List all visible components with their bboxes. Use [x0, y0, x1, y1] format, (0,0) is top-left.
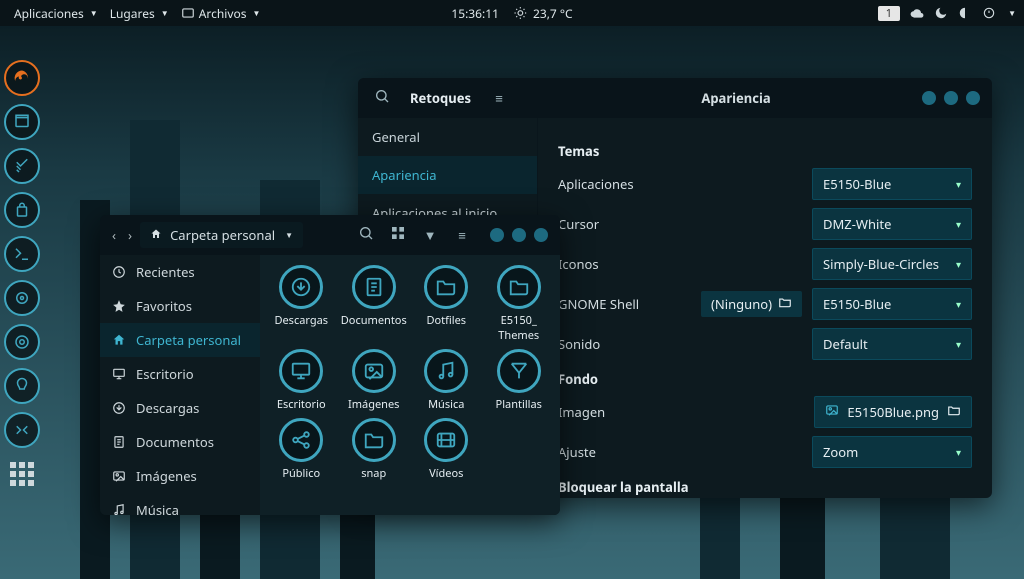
window-close[interactable] [534, 228, 548, 242]
path-label: Carpeta personal [170, 226, 275, 244]
folder-snap[interactable]: snap [339, 418, 410, 481]
weather-icon [513, 6, 527, 20]
section-lockscreen: Bloquear la pantalla [558, 478, 972, 496]
label-icons-theme: Iconos [558, 255, 802, 273]
path-bar[interactable]: Carpeta personal ▼ [140, 222, 303, 248]
dock-settings[interactable] [4, 148, 40, 184]
night-icon[interactable] [934, 6, 948, 20]
tweaks-nav-general[interactable]: General [358, 118, 537, 156]
folder-música[interactable]: Música [411, 349, 482, 412]
label-bg-image: Imagen [558, 403, 804, 421]
dropdown-icons-theme[interactable]: Simply-Blue-Circles [812, 248, 972, 280]
chevron-down-icon: ▼ [285, 230, 293, 241]
window-maximize[interactable] [512, 228, 526, 242]
dropdown-cursor-theme[interactable]: DMZ-White [812, 208, 972, 240]
section-themes: Temas [558, 142, 972, 160]
sidebar-item-doc[interactable]: Documentos [100, 425, 260, 459]
dock-theme[interactable] [4, 368, 40, 404]
dock-terminal[interactable] [4, 236, 40, 272]
dock-files[interactable] [4, 104, 40, 140]
dock-passwords[interactable] [4, 280, 40, 316]
files-window: ‹ › Carpeta personal ▼ ▼ ≡ RecientesFavo… [100, 215, 560, 515]
nav-forward[interactable]: › [128, 226, 132, 244]
label-apps-theme: Aplicaciones [558, 175, 802, 193]
brightness-icon[interactable] [958, 6, 972, 20]
sidebar-item-image[interactable]: Imágenes [100, 459, 260, 493]
nav-back[interactable]: ‹ [112, 226, 116, 244]
dropdown-bg-adjust[interactable]: Zoom [812, 436, 972, 468]
power-icon[interactable] [982, 6, 996, 20]
section-background: Fondo [558, 370, 972, 388]
sidebar-item-desktop[interactable]: Escritorio [100, 357, 260, 391]
dock [4, 60, 44, 492]
label-shell-theme: GNOME Shell [558, 295, 691, 313]
folder-escritorio[interactable]: Escritorio [266, 349, 337, 412]
search-icon[interactable] [370, 88, 394, 108]
folder-imágenes[interactable]: Imágenes [339, 349, 410, 412]
shell-none-chip[interactable]: (Ninguno) [701, 291, 802, 317]
files-sidebar: RecientesFavoritosCarpeta personalEscrit… [100, 255, 260, 515]
files-grid: DescargasDocumentosDotfilesE5150_Themes E… [260, 255, 560, 515]
tweaks-nav-appearance[interactable]: Apariencia [358, 156, 537, 194]
home-icon [150, 226, 162, 244]
dropdown-apps-theme[interactable]: E5150-Blue [812, 168, 972, 200]
cloud-icon[interactable] [910, 6, 924, 20]
search-icon[interactable] [354, 225, 378, 245]
dropdown-shell-theme[interactable]: E5150-Blue [812, 288, 972, 320]
tweaks-headerbar: Retoques ≡ Apariencia [358, 78, 992, 118]
workspace-indicator[interactable]: 1 [878, 6, 900, 21]
clock[interactable]: 15:36:11 [451, 5, 499, 22]
folder-vídeos[interactable]: Vídeos [411, 418, 482, 481]
window-close[interactable] [966, 91, 980, 105]
folder-documentos[interactable]: Documentos [339, 265, 410, 343]
sidebar-item-download[interactable]: Descargas [100, 391, 260, 425]
dock-software[interactable] [4, 192, 40, 228]
dock-tweaks[interactable] [4, 412, 40, 448]
folder-open-icon [947, 403, 961, 421]
system-menu-chevron-icon[interactable]: ▼ [1008, 8, 1016, 19]
menu-files-app[interactable]: Archivos▼ [175, 5, 267, 22]
sidebar-item-music[interactable]: Música [100, 493, 260, 515]
menu-places[interactable]: Lugares▼ [104, 5, 175, 22]
folder-dotfiles[interactable]: Dotfiles [411, 265, 482, 343]
dock-firefox[interactable] [4, 60, 40, 96]
top-panel: Aplicaciones▼ Lugares▼ Archivos▼ 15:36:1… [0, 0, 1024, 26]
window-minimize[interactable] [922, 91, 936, 105]
tweaks-panel-title: Apariencia [552, 89, 920, 107]
window-minimize[interactable] [490, 228, 504, 242]
folder-plantillas[interactable]: Plantillas [484, 349, 555, 412]
folder-descargas[interactable]: Descargas [266, 265, 337, 343]
window-maximize[interactable] [944, 91, 958, 105]
weather-indicator[interactable]: 23,7 °C [513, 5, 573, 22]
files-indicator-icon [181, 6, 195, 20]
sidebar-item-clock[interactable]: Recientes [100, 255, 260, 289]
file-bg-image[interactable]: E5150Blue.png [814, 396, 972, 428]
menu-applications[interactable]: Aplicaciones▼ [8, 5, 104, 22]
view-chevron-icon[interactable]: ▼ [418, 226, 442, 244]
folder-open-icon [778, 295, 792, 313]
view-grid-icon[interactable] [386, 225, 410, 245]
hamburger-icon[interactable]: ≡ [487, 89, 511, 107]
sidebar-item-star[interactable]: Favoritos [100, 289, 260, 323]
dock-show-apps[interactable] [4, 456, 40, 492]
label-bg-adjust: Ajuste [558, 443, 802, 461]
label-cursor-theme: Cursor [558, 215, 802, 233]
dropdown-sound-theme[interactable]: Default [812, 328, 972, 360]
tweaks-content: Temas Aplicaciones E5150-Blue Cursor DMZ… [538, 118, 992, 498]
dock-disks[interactable] [4, 324, 40, 360]
sidebar-item-home[interactable]: Carpeta personal [100, 323, 260, 357]
image-file-icon [825, 403, 839, 421]
folder-público[interactable]: Público [266, 418, 337, 481]
folder-e5150_-themes[interactable]: E5150_Themes [484, 265, 555, 343]
hamburger-icon[interactable]: ≡ [450, 226, 474, 244]
files-headerbar: ‹ › Carpeta personal ▼ ▼ ≡ [100, 215, 560, 255]
label-sound-theme: Sonido [558, 335, 802, 353]
tweaks-title: Retoques [410, 89, 471, 107]
